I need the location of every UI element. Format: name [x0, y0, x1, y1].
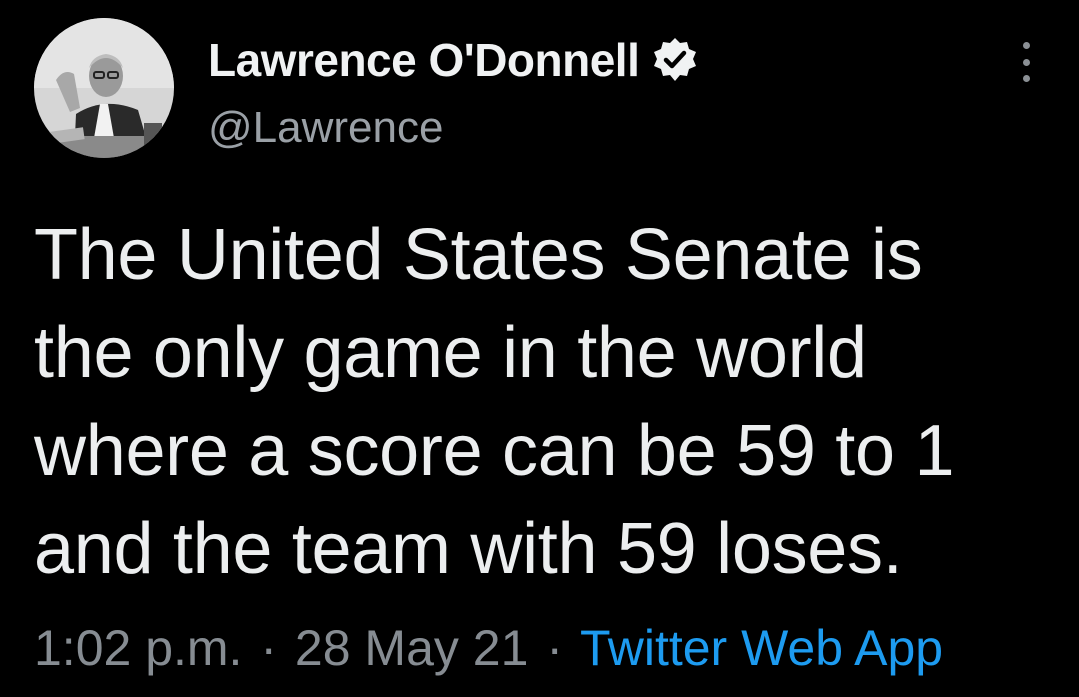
- tweet-line: and the team with 59 loses.: [34, 509, 903, 589]
- tweet-time[interactable]: 1:02 p.m.: [34, 620, 242, 676]
- author-avatar[interactable]: [34, 18, 174, 158]
- avatar-photo: [34, 18, 174, 158]
- meta-separator: ·: [546, 620, 563, 676]
- more-vertical-icon[interactable]: [1008, 38, 1044, 86]
- tweet-text: The United States Senate is the only gam…: [34, 206, 1064, 598]
- author-display-name: Lawrence O'Donnell: [208, 34, 640, 86]
- author-name-row[interactable]: Lawrence O'Donnell: [208, 28, 699, 92]
- more-dot: [1022, 58, 1030, 66]
- tweet-line: the only game in the world: [34, 313, 867, 393]
- tweet-line: where a score can be 59 to 1: [34, 411, 955, 491]
- author-handle[interactable]: @Lawrence: [208, 106, 443, 150]
- tweet-card: Lawrence O'Donnell @Lawrence The United …: [0, 0, 1079, 697]
- more-dot: [1022, 75, 1030, 82]
- verified-badge-icon: [651, 36, 699, 84]
- meta-separator: ·: [260, 620, 278, 676]
- tweet-source-link[interactable]: Twitter Web App: [580, 620, 943, 676]
- tweet-date[interactable]: 28 May 21: [295, 620, 528, 676]
- tweet-line: The United States Senate is: [34, 215, 923, 295]
- more-dot: [1022, 42, 1030, 49]
- tweet-metadata: 1:02 p.m. · 28 May 21 · Twitter Web App: [34, 620, 943, 676]
